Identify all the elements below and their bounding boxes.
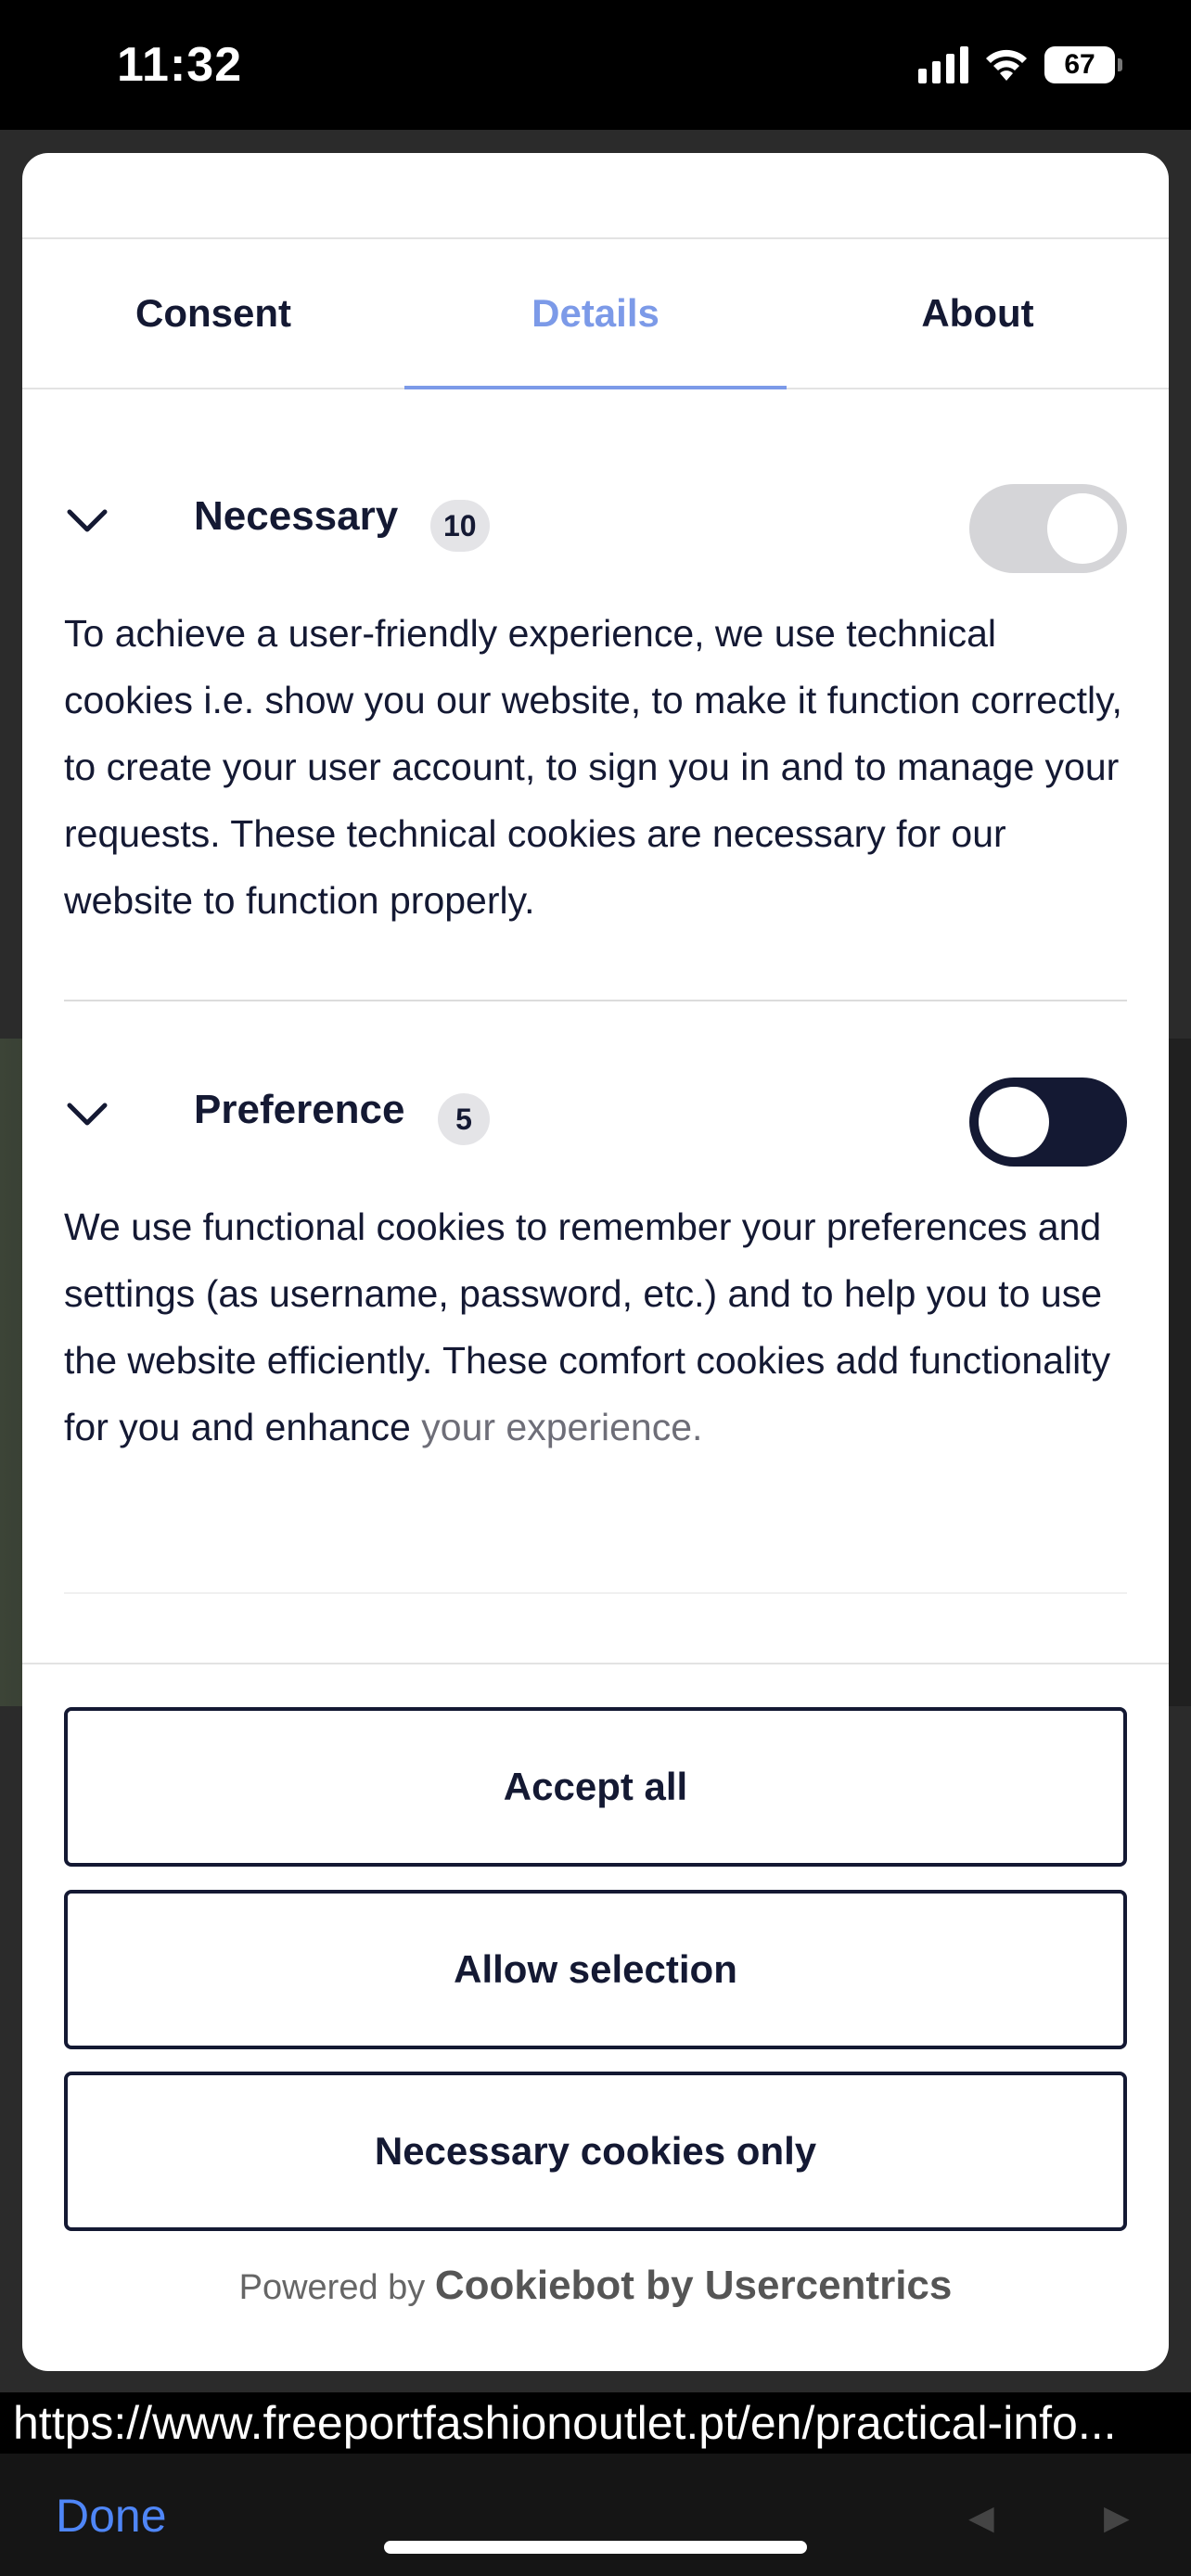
tab-consent[interactable]: Consent <box>22 239 404 388</box>
tab-bar: Consent Details About <box>22 239 1169 389</box>
powered-by-prefix: Powered by <box>238 2268 426 2307</box>
section-divider <box>64 1000 1127 1001</box>
description-faded-text: your experience. <box>421 1406 703 1448</box>
browser-toolbar: Done ◀ ▶ <box>0 2454 1191 2576</box>
count-badge-preference: 5 <box>438 1093 490 1145</box>
chevron-down-icon[interactable] <box>64 1096 110 1133</box>
home-indicator <box>384 2541 807 2554</box>
necessary-cookies-only-button[interactable]: Necessary cookies only <box>64 2072 1127 2231</box>
cellular-signal-icon <box>918 46 968 83</box>
powered-by: Powered by Cookiebot by Usercentrics <box>22 2263 1169 2309</box>
section-description-preference: We use functional cookies to remember yo… <box>64 1193 1127 1460</box>
status-icons: 67 <box>918 46 1122 83</box>
status-bar: 11:32 67 <box>0 0 1191 130</box>
tab-about[interactable]: About <box>787 239 1169 388</box>
toggle-necessary[interactable] <box>969 484 1127 573</box>
toggle-knob <box>979 1087 1049 1157</box>
section-description-necessary: To achieve a user-friendly experience, w… <box>64 612 1122 922</box>
count-badge-necessary: 10 <box>430 500 490 552</box>
section-header-preference[interactable]: Preference 5 <box>64 1068 1127 1167</box>
section-preference: Preference 5 We use functional cookies t… <box>64 1068 1127 1588</box>
section-title-preference: Preference <box>194 1087 405 1132</box>
toggle-preference[interactable] <box>969 1078 1127 1167</box>
footer-divider <box>22 1663 1169 1664</box>
tab-details[interactable]: Details <box>404 239 787 389</box>
status-time: 11:32 <box>117 38 243 92</box>
section-necessary: Necessary 10 To achieve a user-friendly … <box>64 475 1127 994</box>
accept-all-button[interactable]: Accept all <box>64 1707 1127 1867</box>
cookie-consent-dialog: Consent Details About Necessary 10 To ac… <box>22 153 1169 2371</box>
forward-arrow-icon[interactable]: ▶ <box>1104 2498 1130 2537</box>
chevron-down-icon[interactable] <box>64 503 110 540</box>
wifi-icon <box>983 47 1030 83</box>
toggle-knob <box>1047 493 1118 564</box>
section-title-necessary: Necessary <box>194 493 399 539</box>
done-button[interactable]: Done <box>56 2489 167 2543</box>
allow-selection-button[interactable]: Allow selection <box>64 1890 1127 2049</box>
battery-icon: 67 <box>1044 46 1122 83</box>
back-arrow-icon[interactable]: ◀ <box>968 2498 994 2537</box>
powered-by-brand-link[interactable]: Cookiebot by Usercentrics <box>435 2263 953 2308</box>
section-divider-faded <box>64 1592 1127 1594</box>
section-header-necessary[interactable]: Necessary 10 <box>64 475 1127 573</box>
url-bar: https://www.freeportfashionoutlet.pt/en/… <box>0 2392 1191 2454</box>
